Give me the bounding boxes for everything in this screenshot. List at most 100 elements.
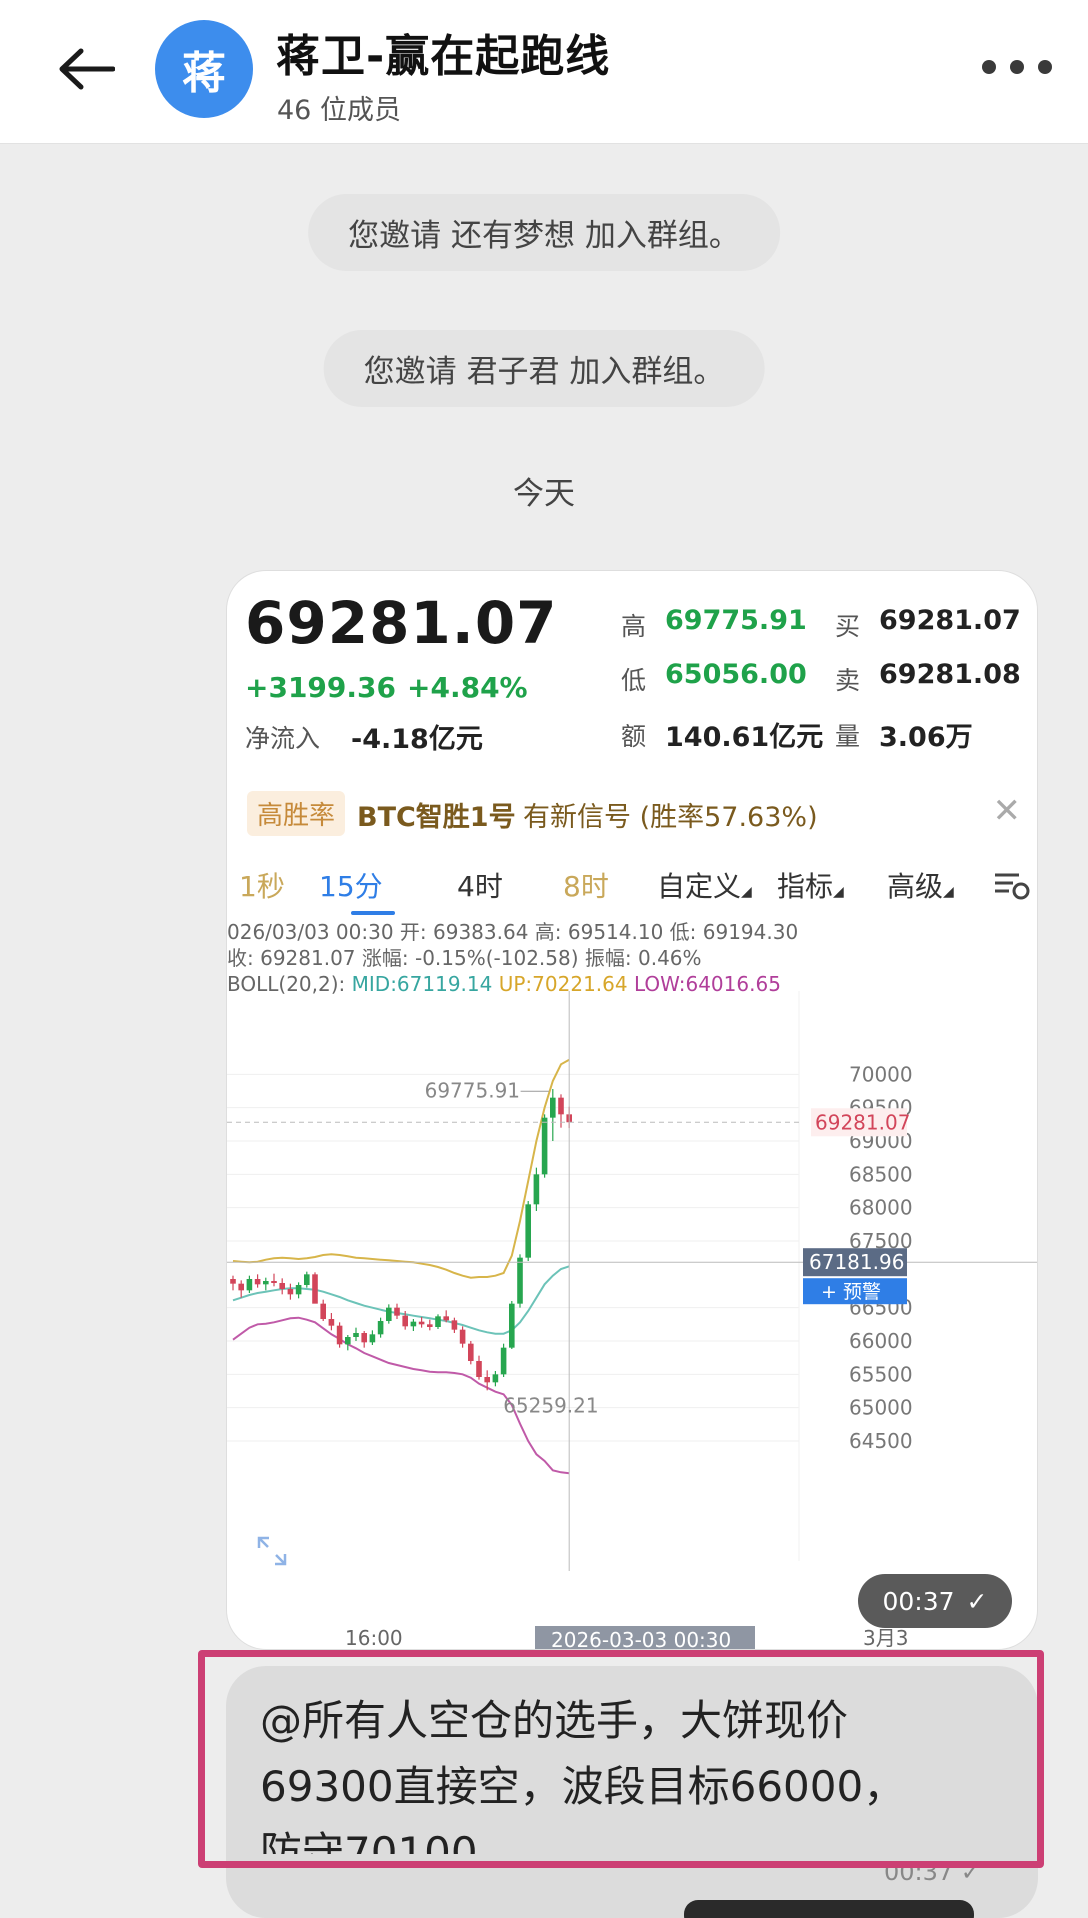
- candle-body: [361, 1333, 367, 1343]
- candle-body: [369, 1334, 376, 1343]
- y-tick-label: 68500: [849, 1162, 913, 1186]
- high-winrate-badge: 高胜率: [247, 791, 346, 836]
- arrow-left-icon: [59, 48, 115, 90]
- candle-body: [230, 1279, 236, 1284]
- x-crosshair-label: 2026-03-03 00:30: [551, 1628, 731, 1650]
- dot-icon: [1010, 60, 1024, 74]
- tab-indicators-label: 指标: [777, 870, 834, 903]
- net-inflow-value: -4.18亿元: [351, 724, 483, 755]
- chart-info-block: 026/03/03 00:30 开: 69383.64 高: 69514.10 …: [227, 919, 798, 997]
- buy-value: 69281.07: [879, 605, 1021, 636]
- current-price-tag: 69281.07: [815, 1110, 910, 1134]
- image-timestamp: 00:37 ✓: [858, 1574, 1012, 1628]
- candle-body: [525, 1204, 531, 1258]
- sell-label: 卖: [835, 666, 861, 695]
- candle-body: [459, 1329, 466, 1344]
- candle-body: [246, 1279, 253, 1291]
- sell-value: 69281.08: [879, 659, 1021, 690]
- check-icon: ✓: [966, 1586, 988, 1616]
- active-tab-indicator: [351, 911, 395, 915]
- system-message: 您邀请 还有梦想 加入群组。: [308, 194, 780, 271]
- signal-text: 有新信号 (胜率57.63%): [523, 802, 818, 833]
- y-tick-label: 64500: [849, 1429, 913, 1453]
- tab-1s[interactable]: 1秒: [239, 865, 285, 905]
- candle-body: [304, 1274, 310, 1285]
- expand-icon[interactable]: [257, 1536, 287, 1566]
- candle-body: [533, 1174, 540, 1205]
- change-percent: +4.84%: [407, 671, 528, 704]
- back-button[interactable]: [48, 34, 124, 104]
- max-price-label: 69775.91: [425, 1078, 520, 1102]
- candlestick-chart[interactable]: 7000069500690006850068000675006650066000…: [227, 991, 1038, 1650]
- candle-body: [541, 1117, 548, 1175]
- candle-body: [386, 1307, 392, 1321]
- more-options-button[interactable]: [982, 52, 1052, 82]
- group-avatar[interactable]: 蒋: [155, 20, 253, 118]
- amount-label: 额: [621, 722, 647, 751]
- min-price-label: 65259.21: [503, 1393, 598, 1417]
- current-price: 69281.07: [245, 589, 558, 657]
- caret-down-icon: ◢: [741, 884, 752, 900]
- tab-advanced-label: 高级: [887, 870, 944, 903]
- candle-body: [492, 1374, 499, 1383]
- candle-body: [263, 1281, 269, 1285]
- candle-body: [410, 1321, 417, 1327]
- candle-body: [509, 1303, 515, 1348]
- tab-custom[interactable]: 自定义◢: [657, 865, 752, 905]
- candle-body: [345, 1337, 351, 1345]
- tab-8h[interactable]: 8时: [563, 865, 609, 905]
- member-count: 46 位成员: [277, 95, 401, 126]
- candle-body: [320, 1303, 326, 1319]
- volume-label: 量: [835, 722, 861, 751]
- candle-body: [476, 1361, 482, 1377]
- candle-body: [558, 1097, 564, 1115]
- low-value: 65056.00: [665, 659, 807, 690]
- candle-body: [238, 1283, 244, 1291]
- candle-body: [435, 1316, 441, 1327]
- bottom-bar: [684, 1900, 974, 1918]
- candle-body: [451, 1320, 458, 1330]
- chart-image-message[interactable]: 69281.07 +3199.36 +4.84% 净流入 -4.18亿元 高 6…: [226, 570, 1038, 1650]
- chart-info-line1: 026/03/03 00:30 开: 69383.64 高: 69514.10 …: [227, 920, 799, 944]
- timestamp-text: 00:37: [882, 1586, 955, 1616]
- close-icon[interactable]: ✕: [993, 791, 1022, 831]
- candle-body: [287, 1289, 294, 1295]
- candle-body: [279, 1283, 285, 1289]
- change-absolute: +3199.36: [245, 671, 396, 704]
- timeframe-tabs: 1秒 15分 4时 8时 自定义◢ 指标◢ 高级◢: [227, 855, 1037, 915]
- candle-body: [295, 1285, 302, 1295]
- net-inflow-label: 净流入: [245, 724, 321, 753]
- tab-15m[interactable]: 15分: [319, 865, 383, 905]
- y-tick-label: 66000: [849, 1329, 913, 1353]
- dot-icon: [1038, 60, 1052, 74]
- tab-advanced[interactable]: 高级◢: [887, 865, 954, 905]
- candle-body: [353, 1333, 359, 1337]
- candle-body: [328, 1319, 335, 1326]
- candle-body: [271, 1281, 277, 1283]
- x-tick-label: 3月3: [863, 1626, 908, 1650]
- candle-body: [468, 1343, 474, 1361]
- candle-body: [517, 1257, 523, 1304]
- tab-indicators[interactable]: 指标◢: [777, 865, 844, 905]
- chart-settings-icon[interactable]: [993, 869, 1033, 908]
- chart-info-line2: 收: 69281.07 涨幅: -0.15%(-102.58) 振幅: 0.46…: [227, 946, 702, 970]
- candle-body: [377, 1321, 384, 1335]
- high-value: 69775.91: [665, 605, 807, 636]
- candle-body: [550, 1097, 556, 1118]
- candle-body: [254, 1279, 261, 1285]
- x-tick-label: 16:00: [345, 1626, 403, 1650]
- y-tick-label: 65500: [849, 1362, 913, 1386]
- tab-4h[interactable]: 4时: [457, 865, 503, 905]
- group-title[interactable]: 蒋卫-赢在起跑线: [276, 20, 610, 84]
- settings-icon: [995, 873, 1030, 900]
- candle-body: [336, 1325, 343, 1345]
- candle-body: [500, 1347, 507, 1375]
- volume-value: 3.06万: [879, 722, 973, 753]
- caret-down-icon: ◢: [943, 884, 954, 900]
- buy-label: 买: [835, 612, 861, 641]
- candle-body: [402, 1315, 408, 1327]
- high-label: 高: [621, 612, 647, 641]
- candle-body: [418, 1321, 425, 1325]
- signal-banner[interactable]: 高胜率 BTC智胜1号 有新信号 (胜率57.63%) ✕: [227, 781, 1037, 847]
- highlight-annotation: [198, 1650, 1044, 1868]
